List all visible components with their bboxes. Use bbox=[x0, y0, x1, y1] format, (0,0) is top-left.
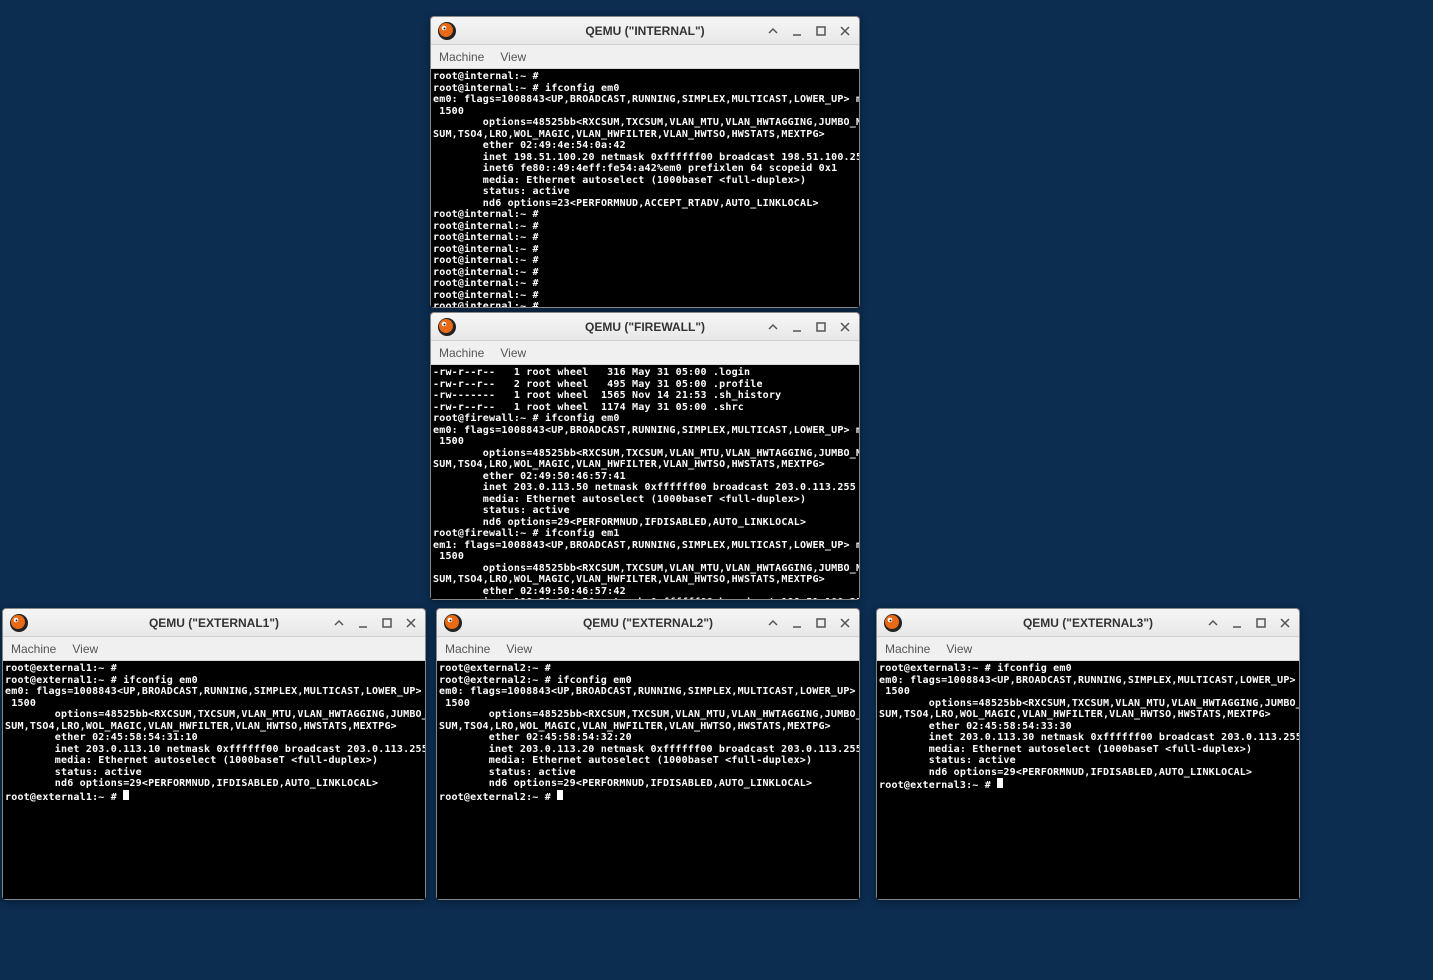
maximize-button[interactable] bbox=[379, 615, 395, 631]
window-title: QEMU ("EXTERNAL2") bbox=[583, 616, 713, 630]
rollup-button[interactable] bbox=[331, 615, 347, 631]
titlebar[interactable]: QEMU ("EXTERNAL2") bbox=[437, 609, 859, 637]
qemu-icon bbox=[883, 613, 903, 633]
minimize-button[interactable] bbox=[789, 319, 805, 335]
menubar: Machine View bbox=[877, 637, 1299, 661]
menubar: Machine View bbox=[431, 341, 859, 365]
cursor-icon bbox=[557, 790, 563, 800]
qemu-icon bbox=[443, 613, 463, 633]
terminal-text: root@internal:~ # root@internal:~ # ifco… bbox=[433, 71, 859, 307]
terminal-text: root@external1:~ # root@external1:~ # if… bbox=[5, 663, 425, 803]
minimize-button[interactable] bbox=[789, 615, 805, 631]
menubar: Machine View bbox=[431, 45, 859, 69]
maximize-button[interactable] bbox=[813, 23, 829, 39]
qemu-window-external1: QEMU ("EXTERNAL1") Machine View root@ext… bbox=[2, 608, 426, 900]
minimize-button[interactable] bbox=[355, 615, 371, 631]
menu-view[interactable]: View bbox=[500, 50, 526, 64]
close-button[interactable] bbox=[403, 615, 419, 631]
minimize-button[interactable] bbox=[1229, 615, 1245, 631]
menu-machine[interactable]: Machine bbox=[885, 642, 930, 656]
cursor-icon bbox=[123, 790, 129, 800]
menu-view[interactable]: View bbox=[72, 642, 98, 656]
terminal-text: -rw-r--r-- 1 root wheel 316 May 31 05:00… bbox=[433, 367, 859, 599]
window-title: QEMU ("EXTERNAL3") bbox=[1023, 616, 1153, 630]
titlebar[interactable]: QEMU ("EXTERNAL3") bbox=[877, 609, 1299, 637]
qemu-window-internal: QEMU ("INTERNAL") Machine View root@inte… bbox=[430, 16, 860, 308]
maximize-button[interactable] bbox=[1253, 615, 1269, 631]
terminal-text: root@external2:~ # root@external2:~ # if… bbox=[439, 663, 859, 803]
close-button[interactable] bbox=[1277, 615, 1293, 631]
cursor-icon bbox=[997, 778, 1003, 788]
titlebar[interactable]: QEMU ("FIREWALL") bbox=[431, 313, 859, 341]
titlebar[interactable]: QEMU ("EXTERNAL1") bbox=[3, 609, 425, 637]
terminal-output[interactable]: root@internal:~ # root@internal:~ # ifco… bbox=[431, 69, 859, 307]
qemu-icon bbox=[437, 21, 457, 41]
rollup-button[interactable] bbox=[765, 319, 781, 335]
close-button[interactable] bbox=[837, 23, 853, 39]
menu-view[interactable]: View bbox=[946, 642, 972, 656]
minimize-button[interactable] bbox=[789, 23, 805, 39]
window-title: QEMU ("INTERNAL") bbox=[585, 24, 704, 38]
qemu-window-external3: QEMU ("EXTERNAL3") Machine View root@ext… bbox=[876, 608, 1300, 900]
rollup-button[interactable] bbox=[765, 23, 781, 39]
menubar: Machine View bbox=[437, 637, 859, 661]
window-title: QEMU ("FIREWALL") bbox=[585, 320, 705, 334]
terminal-text: root@external3:~ # ifconfig em0 em0: fla… bbox=[879, 663, 1299, 791]
qemu-icon bbox=[9, 613, 29, 633]
rollup-button[interactable] bbox=[765, 615, 781, 631]
terminal-output[interactable]: -rw-r--r-- 1 root wheel 316 May 31 05:00… bbox=[431, 365, 859, 599]
qemu-window-external2: QEMU ("EXTERNAL2") Machine View root@ext… bbox=[436, 608, 860, 900]
maximize-button[interactable] bbox=[813, 319, 829, 335]
maximize-button[interactable] bbox=[813, 615, 829, 631]
close-button[interactable] bbox=[837, 615, 853, 631]
close-button[interactable] bbox=[837, 319, 853, 335]
qemu-icon bbox=[437, 317, 457, 337]
terminal-output[interactable]: root@external1:~ # root@external1:~ # if… bbox=[3, 661, 425, 899]
menu-machine[interactable]: Machine bbox=[11, 642, 56, 656]
menu-machine[interactable]: Machine bbox=[439, 346, 484, 360]
window-title: QEMU ("EXTERNAL1") bbox=[149, 616, 279, 630]
menubar: Machine View bbox=[3, 637, 425, 661]
menu-view[interactable]: View bbox=[500, 346, 526, 360]
menu-machine[interactable]: Machine bbox=[439, 50, 484, 64]
menu-machine[interactable]: Machine bbox=[445, 642, 490, 656]
titlebar[interactable]: QEMU ("INTERNAL") bbox=[431, 17, 859, 45]
terminal-output[interactable]: root@external3:~ # ifconfig em0 em0: fla… bbox=[877, 661, 1299, 899]
qemu-window-firewall: QEMU ("FIREWALL") Machine View -rw-r--r-… bbox=[430, 312, 860, 600]
rollup-button[interactable] bbox=[1205, 615, 1221, 631]
menu-view[interactable]: View bbox=[506, 642, 532, 656]
terminal-output[interactable]: root@external2:~ # root@external2:~ # if… bbox=[437, 661, 859, 899]
